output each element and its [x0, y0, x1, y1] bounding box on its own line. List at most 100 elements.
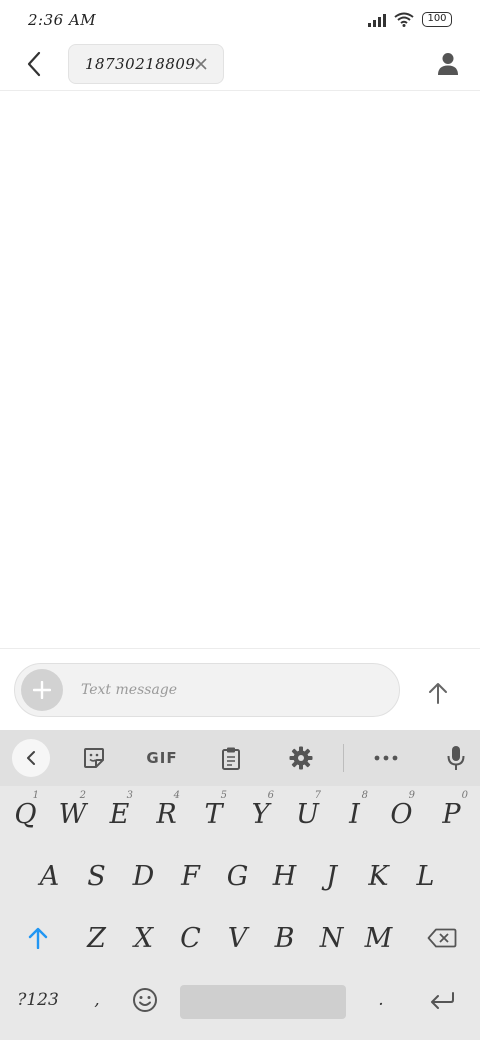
key-label: J	[326, 860, 337, 892]
key-hint: 5	[220, 790, 227, 801]
key-label: U	[296, 798, 319, 830]
period-key[interactable]: .	[358, 972, 404, 1028]
key-k[interactable]: K	[355, 848, 402, 904]
key-label: O	[390, 798, 413, 830]
key-label: T	[204, 798, 223, 830]
key-label: Y	[251, 798, 270, 830]
comma-label: ,	[94, 990, 100, 1010]
key-p[interactable]: P0	[425, 786, 478, 842]
message-input[interactable]	[81, 664, 381, 716]
contact-button[interactable]	[432, 48, 464, 80]
key-z[interactable]: Z	[73, 910, 120, 966]
sticker-icon	[84, 748, 104, 768]
more-button[interactable]	[366, 738, 406, 778]
key-a[interactable]: A	[26, 848, 73, 904]
key-label: B	[274, 922, 295, 954]
key-label: X	[133, 922, 154, 954]
key-l[interactable]: L	[402, 848, 449, 904]
key-o[interactable]: O9	[378, 786, 425, 842]
key-q[interactable]: Q1	[2, 786, 49, 842]
key-hint: 0	[461, 790, 468, 801]
settings-button[interactable]	[281, 738, 321, 778]
remove-recipient-button[interactable]	[191, 54, 211, 74]
key-c[interactable]: C	[167, 910, 214, 966]
key-label: S	[87, 860, 106, 892]
compose-field	[14, 663, 400, 717]
shift-arrow-icon	[28, 927, 48, 949]
key-u[interactable]: U7	[284, 786, 331, 842]
key-label: V	[227, 922, 248, 954]
key-hint: 1	[32, 790, 39, 801]
key-y[interactable]: Y6	[237, 786, 284, 842]
chevron-left-icon	[27, 51, 41, 77]
toolbar-divider	[343, 744, 344, 772]
key-x[interactable]: X	[120, 910, 167, 966]
key-t[interactable]: T5	[190, 786, 237, 842]
key-v[interactable]: V	[214, 910, 261, 966]
recipient-number: 18730218809	[85, 55, 196, 73]
conversation-header: 18730218809	[0, 40, 480, 91]
wifi-icon	[394, 12, 414, 27]
recipient-chip[interactable]: 18730218809	[68, 44, 224, 84]
key-s[interactable]: S	[73, 848, 120, 904]
key-label: G	[226, 860, 249, 892]
backspace-key[interactable]	[410, 910, 474, 966]
shift-key[interactable]	[6, 910, 70, 966]
key-label: P	[442, 798, 461, 830]
key-label: M	[364, 922, 393, 954]
key-f[interactable]: F	[167, 848, 214, 904]
sticker-button[interactable]	[74, 738, 114, 778]
status-icons: 100	[368, 12, 452, 27]
key-hint: 8	[361, 790, 368, 801]
key-label: Q	[14, 798, 37, 830]
key-label: W	[58, 798, 87, 830]
key-r[interactable]: R4	[143, 786, 190, 842]
key-hint: 2	[79, 790, 86, 801]
key-label: D	[132, 860, 155, 892]
back-button[interactable]	[18, 48, 50, 80]
key-label: K	[368, 860, 389, 892]
voice-input-button[interactable]	[436, 738, 476, 778]
space-key[interactable]	[180, 985, 346, 1019]
conversation-area[interactable]	[0, 92, 480, 648]
backspace-icon	[427, 928, 457, 948]
key-i[interactable]: I8	[331, 786, 378, 842]
keyboard-collapse-button[interactable]	[12, 739, 50, 777]
attach-button[interactable]	[21, 669, 63, 711]
enter-icon	[431, 992, 454, 1009]
key-label: A	[39, 860, 60, 892]
keyboard-toolbar: GIF	[0, 730, 480, 786]
key-hint: 4	[173, 790, 180, 801]
key-hint: 9	[408, 790, 415, 801]
key-label: H	[272, 860, 297, 892]
key-g[interactable]: G	[214, 848, 261, 904]
gif-button[interactable]: GIF	[138, 738, 186, 778]
symbols-key[interactable]: ?123	[6, 972, 70, 1028]
key-j[interactable]: J	[308, 848, 355, 904]
status-time: 2:36 AM	[28, 11, 97, 29]
enter-key[interactable]	[410, 972, 474, 1028]
key-b[interactable]: B	[261, 910, 308, 966]
key-hint: 3	[126, 790, 133, 801]
send-button[interactable]	[418, 673, 458, 713]
key-w[interactable]: W2	[49, 786, 96, 842]
key-m[interactable]: M	[355, 910, 402, 966]
more-horizontal-icon	[374, 755, 398, 761]
person-icon	[438, 53, 458, 75]
key-d[interactable]: D	[120, 848, 167, 904]
comma-key[interactable]: ,	[74, 972, 120, 1028]
key-h[interactable]: H	[261, 848, 308, 904]
key-hint: 6	[267, 790, 274, 801]
clipboard-button[interactable]	[211, 738, 251, 778]
key-e[interactable]: E3	[96, 786, 143, 842]
key-label: E	[109, 798, 130, 830]
key-label: Z	[87, 922, 106, 954]
key-hint: 7	[314, 790, 321, 801]
close-icon	[195, 58, 207, 70]
symbols-label: ?123	[17, 990, 59, 1010]
key-label: F	[181, 860, 200, 892]
chevron-left-icon	[27, 751, 35, 765]
key-n[interactable]: N	[308, 910, 355, 966]
signal-icon	[368, 13, 386, 27]
emoji-key[interactable]	[122, 972, 168, 1028]
